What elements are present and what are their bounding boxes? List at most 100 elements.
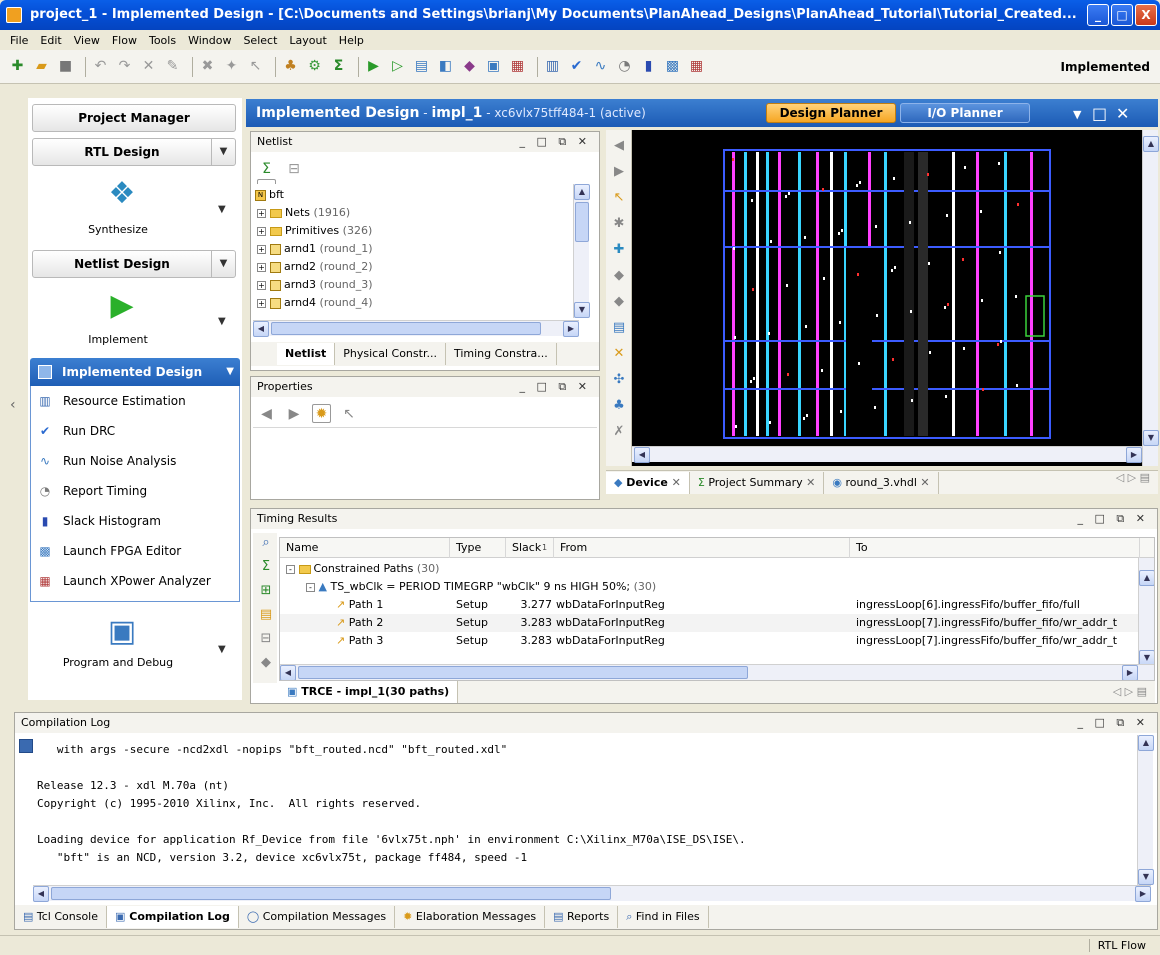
project-manager-button[interactable]: Project Manager [32, 104, 236, 132]
expand-all-icon[interactable]: ⊞ [258, 583, 274, 599]
hierarchy-icon[interactable]: ⊟ [258, 631, 274, 647]
tab-nav-icon[interactable]: ◁ ▷ ▤ [1116, 471, 1150, 484]
flow-item-report-timing[interactable]: ◔ Report Timing [31, 476, 239, 506]
chevron-down-icon[interactable]: ▼ [218, 644, 226, 655]
new-project-icon[interactable]: ✚ [8, 57, 27, 76]
layout-menu-icon[interactable]: ▼ [1073, 108, 1081, 121]
tab-nav-icon[interactable]: ◁ ▷ ▤ [1113, 681, 1147, 703]
chevron-down-icon[interactable]: ▼ [211, 251, 235, 277]
table-row[interactable]: ↗ Path 1 Setup 3.277 wbDataForInputReg i… [280, 596, 1138, 614]
flow-item-run-noise-analysis[interactable]: ∿ Run Noise Analysis [31, 446, 239, 476]
scroll-thumb[interactable] [271, 322, 541, 335]
place-icon[interactable]: ✦ [222, 57, 241, 76]
menu-window[interactable]: Window [182, 34, 237, 47]
table-row-constraint[interactable]: - ▲ TS_wbClk = PERIOD TIMEGRP "wbClk" 9 … [280, 578, 1138, 596]
expand-icon[interactable]: + [257, 298, 266, 308]
scroll-left-icon[interactable]: ◀ [33, 886, 49, 902]
noise-analysis-icon[interactable]: ∿ [591, 57, 610, 76]
design-planner-button[interactable]: Design Planner [766, 103, 896, 123]
netlist-root[interactable]: Nbft [255, 186, 284, 204]
implement-label[interactable]: Implement [28, 333, 208, 346]
scroll-left-icon[interactable]: ◀ [634, 447, 650, 463]
tab-round3-vhdl[interactable]: ◉ round_3.vhdl ✕ [824, 471, 939, 494]
expand-icon[interactable]: ⊟ [285, 160, 304, 179]
netlist-hscrollbar[interactable]: ◀ ▶ [253, 320, 579, 337]
back-icon[interactable]: ◀ [611, 138, 627, 154]
settings-gear-icon[interactable]: ⚙ [305, 57, 324, 76]
tab-project-summary[interactable]: Σ Project Summary ✕ [690, 471, 825, 494]
redo-icon[interactable]: ↷ [115, 57, 134, 76]
delete-icon[interactable]: ✕ [139, 57, 158, 76]
menu-layout[interactable]: Layout [283, 34, 332, 47]
table-row[interactable]: ↗ Path 3 Setup 3.283 wbDataForInputReg i… [280, 632, 1138, 650]
implemented-design-header[interactable]: Implemented Design ▼ [30, 358, 240, 386]
tab-find-in-files[interactable]: ⌕ Find in Files [618, 906, 709, 928]
synthesize-icon[interactable]: ❖ [104, 176, 140, 212]
fpga-editor-icon[interactable]: ▣ [484, 57, 503, 76]
netlist-design-button[interactable]: Netlist Design ▼ [32, 250, 236, 278]
scroll-down-icon[interactable]: ▼ [1138, 869, 1154, 885]
collapse-all-icon[interactable]: Σ [257, 160, 276, 179]
panel-controls-icon[interactable]: _ □ ⧉ ✕ [520, 377, 591, 397]
close-tab-icon[interactable]: ✕ [672, 476, 681, 489]
unplace-icon[interactable]: ✖ [198, 57, 217, 76]
tree-row-arnd1[interactable]: + arnd1 (round_1) [257, 240, 373, 258]
collapse-icon[interactable]: - [286, 564, 295, 574]
cluster-icon[interactable]: ♣ [281, 57, 300, 76]
select-area-icon[interactable]: ↖ [611, 190, 627, 206]
tab-physical-constraints[interactable]: Physical Constr... [335, 343, 446, 365]
pblock-icon[interactable]: ✱ [611, 216, 627, 232]
scroll-thumb[interactable] [575, 202, 589, 242]
tab-reports[interactable]: ▤ Reports [545, 906, 619, 928]
forward-icon[interactable]: ▶ [285, 405, 304, 424]
table-row[interactable]: ↗ Path 2 Setup 3.283 wbDataForInputReg i… [280, 614, 1138, 632]
timing-hscrollbar[interactable]: ◀ ▶ [280, 664, 1154, 680]
chevron-down-icon[interactable]: ▼ [218, 316, 226, 327]
close-tab-icon[interactable]: ✕ [920, 476, 929, 489]
undo-icon[interactable]: ↶ [91, 57, 110, 76]
routing-icon[interactable]: ✕ [611, 346, 627, 362]
panel-controls-icon[interactable]: _ □ ⧉ ✕ [520, 132, 591, 152]
program-debug-icon[interactable]: ▣ [104, 614, 140, 650]
place-instance-icon[interactable]: ◆ [611, 268, 627, 284]
tab-compilation-log[interactable]: ▣ Compilation Log [107, 906, 239, 928]
tab-tcl-console[interactable]: ▤ Tcl Console [15, 906, 108, 928]
log-hscrollbar[interactable]: ◀ ▶ [33, 885, 1151, 902]
flow-item-launch-xpower-analyzer[interactable]: ▦ Launch XPower Analyzer [31, 566, 239, 596]
fpga-floorplan[interactable] [632, 130, 1158, 466]
chipscope-icon[interactable]: ◧ [436, 57, 455, 76]
scroll-left-icon[interactable]: ◀ [253, 321, 269, 337]
highlight-icon[interactable]: ◆ [258, 655, 274, 671]
scroll-thumb[interactable] [298, 666, 748, 679]
report-timing-icon[interactable]: ◔ [615, 57, 634, 76]
maximize-button[interactable]: □ [1111, 4, 1133, 26]
scroll-up-icon[interactable]: ▲ [574, 184, 590, 200]
scroll-right-icon[interactable]: ▶ [1135, 886, 1151, 902]
menu-flow[interactable]: Flow [106, 34, 143, 47]
properties-icon[interactable]: ✹ [312, 404, 331, 423]
tab-timing-constraints[interactable]: Timing Constra... [446, 343, 557, 365]
chevron-down-icon[interactable]: ▼ [226, 358, 234, 386]
expand-icon[interactable]: + [257, 280, 266, 290]
back-icon[interactable]: ◀ [257, 405, 276, 424]
tree-row-primitives[interactable]: + Primitives (326) [257, 222, 372, 240]
chevron-down-icon[interactable]: ▼ [218, 204, 226, 215]
save-icon[interactable]: ■ [56, 57, 75, 76]
program-debug-label[interactable]: Program and Debug [28, 656, 208, 669]
scroll-left-icon[interactable]: ◀ [280, 665, 296, 680]
route-icon[interactable]: ◆ [611, 294, 627, 310]
open-project-icon[interactable]: ▰ [32, 57, 51, 76]
column-to[interactable]: To [850, 538, 1140, 558]
run-implementation-icon[interactable]: ▷ [388, 57, 407, 76]
view-layers-icon[interactable]: ▤ [611, 320, 627, 336]
collapse-icon[interactable]: - [306, 582, 315, 592]
menu-help[interactable]: Help [333, 34, 370, 47]
collapse-all-icon[interactable]: Σ [258, 559, 274, 575]
timing-vscrollbar[interactable]: ▲ ▼ [1138, 558, 1154, 666]
netlist-vscrollbar[interactable]: ▲ ▼ [573, 184, 590, 318]
bitgen-icon[interactable]: ▤ [412, 57, 431, 76]
tab-device[interactable]: ◆ Device ✕ [606, 471, 690, 494]
launch-fpga-editor-icon[interactable]: ▩ [663, 57, 682, 76]
menu-edit[interactable]: Edit [34, 34, 67, 47]
launch-xpower-icon[interactable]: ▦ [687, 57, 706, 76]
